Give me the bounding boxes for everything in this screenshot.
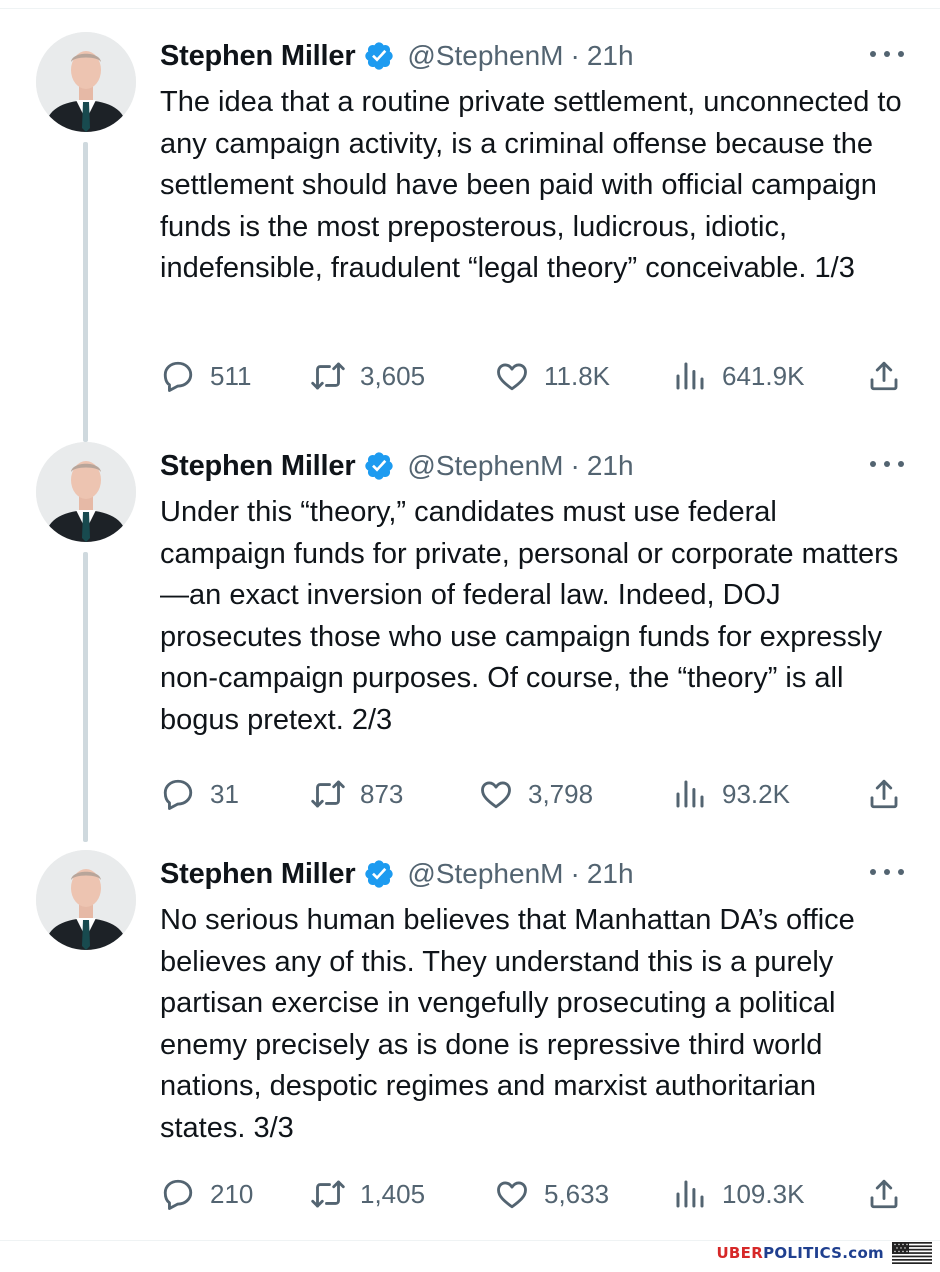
author-handle[interactable]: @StephenM	[407, 40, 563, 72]
reply-count: 511	[210, 360, 252, 391]
avatar[interactable]	[36, 32, 136, 132]
retweet-button[interactable]: 3,605	[310, 356, 425, 396]
share-button[interactable]	[866, 774, 902, 814]
like-count: 5,633	[544, 1178, 610, 1209]
verified-badge-icon	[363, 450, 395, 482]
share-icon	[870, 779, 898, 809]
reply-button[interactable]: 511	[160, 356, 251, 396]
us-flag-icon	[892, 1242, 932, 1264]
action-bar: 210 1,405 5,633 109.3K	[160, 1174, 905, 1214]
share-button[interactable]	[866, 1174, 902, 1214]
tweet-header: Stephen Miller @StephenM · 21h	[160, 854, 634, 894]
views-count: 109.3K	[722, 1178, 805, 1209]
share-icon	[870, 1179, 898, 1209]
reply-count: 210	[210, 1178, 254, 1209]
timestamp[interactable]: 21h	[587, 40, 634, 72]
views-count: 93.2K	[722, 778, 790, 809]
separator-dot: ·	[570, 858, 580, 889]
like-button[interactable]: 11.8K	[494, 356, 610, 396]
retweet-count: 1,405	[360, 1178, 426, 1209]
reply-count: 31	[210, 778, 239, 809]
avatar[interactable]	[36, 442, 136, 542]
more-options-icon[interactable]	[870, 452, 904, 476]
action-bar: 31 873 3,798 93.2K	[160, 774, 905, 814]
views-icon	[676, 780, 704, 808]
profile-photo	[36, 850, 136, 950]
reply-icon	[163, 361, 193, 392]
separator-dot: ·	[570, 450, 580, 481]
reply-icon	[163, 1179, 193, 1210]
timestamp[interactable]: 21h	[587, 450, 634, 482]
heart-icon	[497, 1181, 527, 1209]
share-icon	[870, 361, 898, 391]
retweet-count: 3,605	[360, 360, 426, 391]
thread-connector	[83, 552, 88, 842]
views-icon	[676, 362, 704, 390]
share-button[interactable]	[866, 356, 902, 396]
retweet-icon	[311, 780, 345, 808]
views-button[interactable]: 641.9K	[672, 356, 804, 396]
retweet-icon	[311, 362, 345, 390]
reply-button[interactable]: 210	[160, 1174, 253, 1214]
tweet-text: The idea that a routine private settleme…	[160, 86, 902, 285]
tweet-text: No serious human believes that Manhattan…	[160, 904, 855, 1144]
retweet-button[interactable]: 1,405	[310, 1174, 425, 1214]
reply-button[interactable]: 31	[160, 774, 239, 814]
watermark: UBERPOLITICS.com	[716, 1240, 932, 1266]
more-options-icon[interactable]	[870, 860, 904, 884]
reply-icon	[163, 779, 193, 810]
separator-dot: ·	[570, 40, 580, 71]
timestamp[interactable]: 21h	[587, 858, 634, 890]
retweet-count: 873	[360, 778, 404, 809]
tweet-text: Under this “theory,” candidates must use…	[160, 496, 899, 736]
tweet-header: Stephen Miller @StephenM · 21h	[160, 36, 634, 76]
like-count: 11.8K	[544, 360, 611, 391]
author-name[interactable]: Stephen Miller	[160, 450, 356, 483]
watermark-text: UBERPOLITICS.com	[716, 1244, 884, 1262]
top-divider	[0, 8, 940, 9]
like-button[interactable]: 5,633	[494, 1174, 609, 1214]
tweet-header: Stephen Miller @StephenM · 21h	[160, 446, 634, 486]
views-button[interactable]: 93.2K	[672, 774, 790, 814]
author-handle[interactable]: @StephenM	[407, 858, 563, 890]
views-count: 641.9K	[722, 360, 805, 391]
author-handle[interactable]: @StephenM	[407, 450, 563, 482]
retweet-icon	[311, 1180, 345, 1208]
thread-connector	[83, 142, 88, 442]
author-name[interactable]: Stephen Miller	[160, 40, 356, 73]
like-count: 3,798	[528, 778, 594, 809]
verified-badge-icon	[363, 40, 395, 72]
verified-badge-icon	[363, 858, 395, 890]
views-button[interactable]: 109.3K	[672, 1174, 804, 1214]
heart-icon	[481, 781, 511, 809]
avatar[interactable]	[36, 850, 136, 950]
views-icon	[676, 1180, 704, 1208]
author-name[interactable]: Stephen Miller	[160, 858, 356, 891]
like-button[interactable]: 3,798	[478, 774, 593, 814]
retweet-button[interactable]: 873	[310, 774, 403, 814]
heart-icon	[497, 363, 527, 391]
more-options-icon[interactable]	[870, 42, 904, 66]
profile-photo	[36, 32, 136, 132]
profile-photo	[36, 442, 136, 542]
action-bar: 511 3,605 11.8K 641.9K	[160, 356, 905, 396]
